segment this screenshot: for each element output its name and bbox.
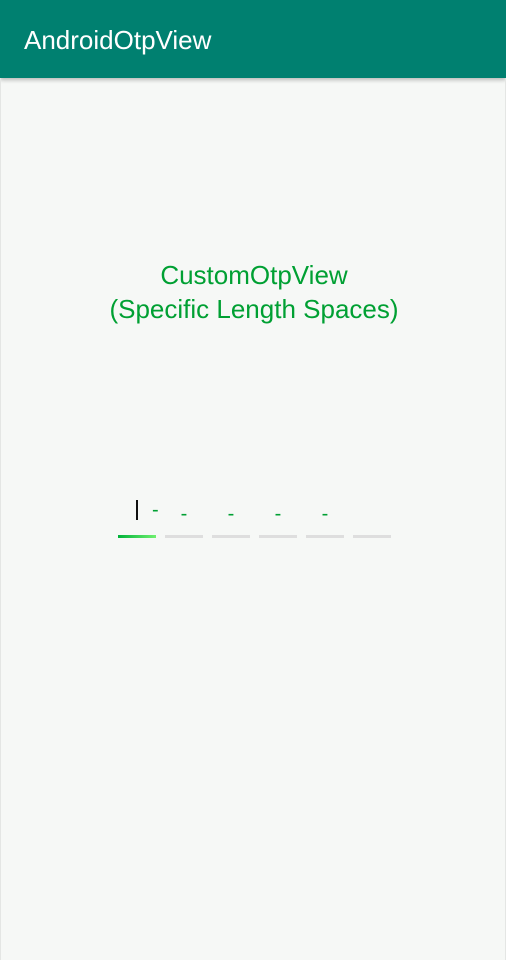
otp-underline: [353, 535, 391, 538]
app-bar: AndroidOtpView: [0, 0, 506, 78]
otp-underline: [259, 535, 297, 538]
otp-underline: [212, 535, 250, 538]
otp-underline: [165, 535, 203, 538]
screen-subtitle: (Specific Length Spaces): [109, 294, 399, 324]
otp-box-1[interactable]: -: [118, 496, 159, 546]
otp-underline-active: [118, 535, 156, 538]
otp-placeholder-2: -: [180, 503, 188, 525]
otp-placeholder-3: -: [227, 503, 235, 525]
otp-input[interactable]: - - - - -: [118, 496, 392, 546]
otp-box-6[interactable]: [353, 496, 391, 546]
otp-placeholder-4: -: [274, 503, 282, 525]
otp-box-4[interactable]: -: [259, 496, 297, 546]
otp-placeholder-5: -: [321, 503, 329, 525]
otp-box-5[interactable]: -: [306, 496, 344, 546]
otp-box-3[interactable]: -: [212, 496, 250, 546]
otp-placeholder-1: -: [152, 499, 159, 521]
text-cursor: [136, 500, 138, 520]
otp-box-2[interactable]: -: [165, 496, 203, 546]
main-content: CustomOtpView (Specific Length Spaces) -…: [0, 78, 506, 960]
otp-underline: [306, 535, 344, 538]
app-title: AndroidOtpView: [24, 25, 212, 55]
screen-title: CustomOtpView: [160, 260, 348, 290]
